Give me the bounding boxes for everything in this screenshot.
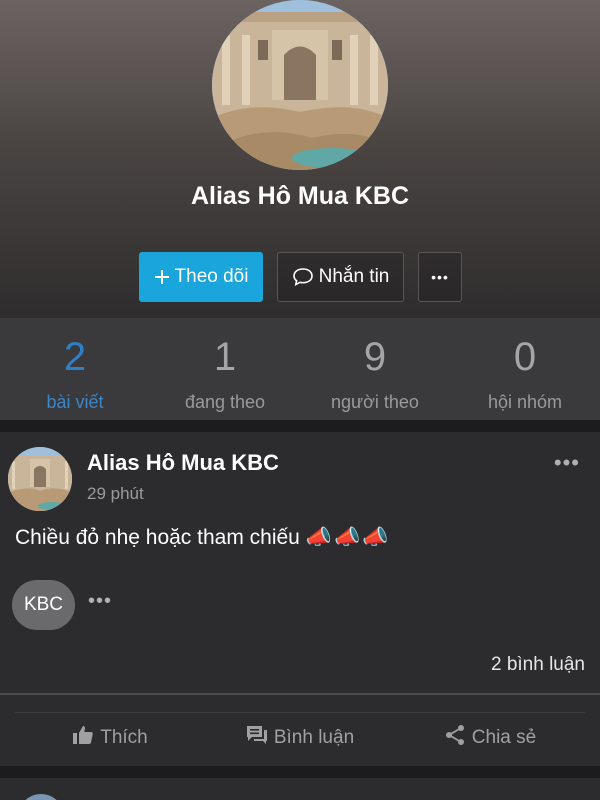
profile-name: Alias Hô Mua KBC xyxy=(190,182,410,210)
stat-value: 1 xyxy=(213,335,237,379)
megaphone-emoji-row: 📣 📣 📣 xyxy=(306,526,388,550)
post-menu-button[interactable]: ••• xyxy=(554,450,580,476)
follow-button[interactable]: Theo dõi xyxy=(139,252,263,302)
trevi-fountain-photo xyxy=(212,0,388,170)
profile-actions: Theo dõi Nhắn tin ••• xyxy=(139,252,462,302)
next-post-avatar xyxy=(18,794,64,800)
post-action-bar: Thích Bình luận Chia sẻ xyxy=(15,712,585,762)
stat-label: hội nhóm xyxy=(487,392,563,412)
post-text: Chiều đỏ nhẹ hoặc tham chiếu xyxy=(15,526,300,549)
profile-header: Alias Hô Mua KBC Theo dõi Nhắn tin ••• xyxy=(0,0,600,318)
stat-value: 2 xyxy=(63,335,87,379)
reactor-avatar[interactable]: KBC xyxy=(12,580,75,630)
post-author-name[interactable]: Alias Hô Mua KBC xyxy=(87,450,279,476)
comment-count[interactable]: 2 bình luận xyxy=(491,654,585,676)
chat-bubble-icon xyxy=(292,267,314,287)
message-label: Nhắn tin xyxy=(318,266,390,287)
stat-label: bài viết xyxy=(46,392,104,412)
post-card: Alias Hô Mua KBC 29 phút ••• Chiều đỏ nh… xyxy=(0,432,600,766)
post-timestamp: 29 phút xyxy=(87,484,144,503)
share-label: Chia sẻ xyxy=(471,726,537,748)
profile-stats: 2 bài viết 1 đang theo 9 người theo 0 hộ… xyxy=(0,318,600,420)
trevi-fountain-thumbnail xyxy=(8,447,72,511)
share-icon xyxy=(444,724,466,752)
comment-label: Bình luận xyxy=(273,726,355,748)
megaphone-icon: 📣 xyxy=(305,526,333,549)
stat-posts[interactable]: 2 bài viết xyxy=(0,318,150,420)
like-label: Thích xyxy=(100,726,148,748)
more-button[interactable]: ••• xyxy=(418,252,462,302)
comment-icon xyxy=(246,725,268,751)
stat-value: 9 xyxy=(363,335,387,379)
thumbs-up-icon xyxy=(72,725,94,751)
stat-value: 0 xyxy=(513,335,537,379)
stat-label: đang theo xyxy=(184,392,266,412)
plus-icon xyxy=(154,269,170,285)
stat-following[interactable]: 1 đang theo xyxy=(150,318,300,420)
follow-label: Theo dõi xyxy=(174,266,249,287)
reactors-more-button[interactable]: ••• xyxy=(88,590,112,613)
message-button[interactable]: Nhắn tin xyxy=(277,252,404,302)
like-button[interactable]: Thích xyxy=(15,725,205,751)
next-post-card xyxy=(0,778,600,800)
profile-avatar[interactable] xyxy=(212,0,388,170)
divider xyxy=(0,693,600,695)
stat-followers[interactable]: 9 người theo xyxy=(300,318,450,420)
post-author-avatar[interactable] xyxy=(8,447,72,511)
megaphone-icon: 📣 xyxy=(334,526,361,549)
megaphone-icon: 📣 xyxy=(362,526,389,549)
stat-groups[interactable]: 0 hội nhóm xyxy=(450,318,600,420)
stat-label: người theo xyxy=(331,392,419,412)
more-label: ••• xyxy=(431,269,449,285)
share-button[interactable]: Chia sẻ xyxy=(395,724,585,752)
comment-button[interactable]: Bình luận xyxy=(205,725,395,751)
post-content: Chiều đỏ nhẹ hoặc tham chiếu 📣 📣 📣 xyxy=(15,526,388,550)
